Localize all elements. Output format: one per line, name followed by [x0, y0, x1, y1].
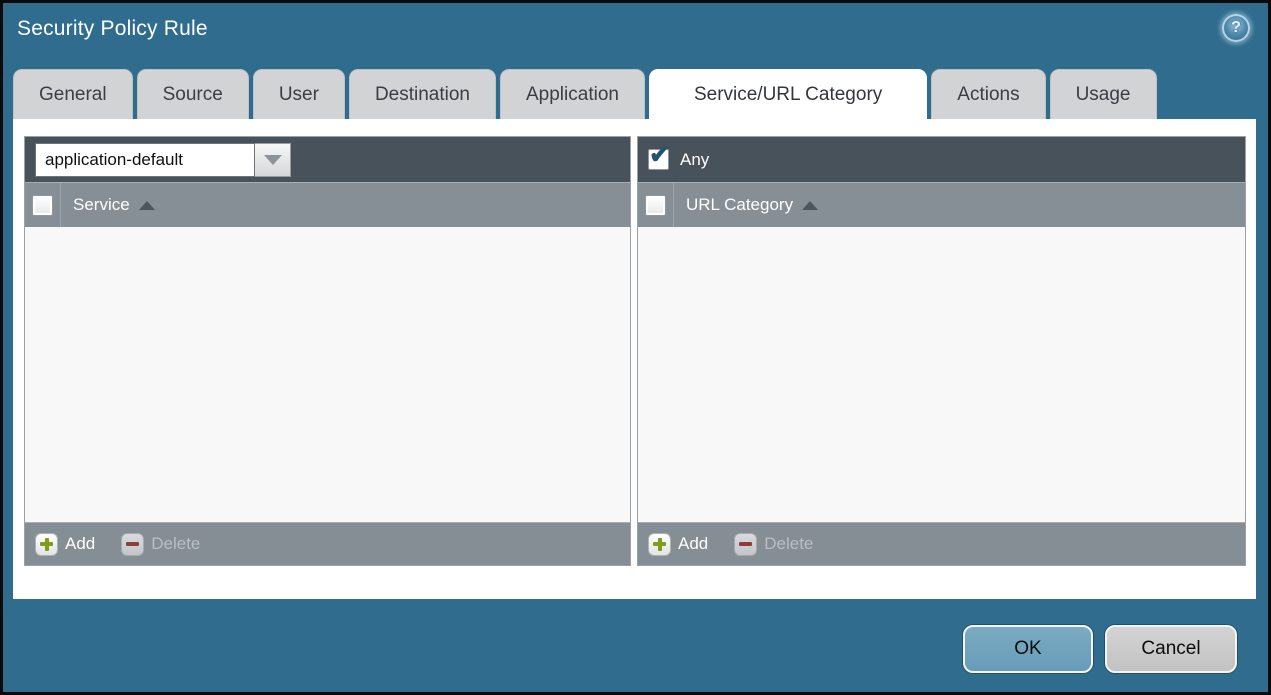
- service-type-dropdown[interactable]: application-default: [35, 142, 291, 177]
- sort-ascending-icon[interactable]: [138, 200, 155, 210]
- minus-icon: [121, 532, 145, 556]
- tab-service-url-category[interactable]: Service/URL Category: [648, 69, 928, 119]
- tab-user[interactable]: User: [252, 69, 345, 119]
- checkmark-icon: ✔: [649, 141, 670, 169]
- cancel-button[interactable]: Cancel: [1105, 625, 1237, 673]
- url-category-select-all-checkbox[interactable]: [645, 194, 666, 216]
- url-category-footer: Add Delete: [638, 522, 1245, 565]
- tab-actions[interactable]: Actions: [931, 69, 1046, 119]
- chevron-down-icon[interactable]: [255, 142, 291, 177]
- service-list-body[interactable]: [25, 227, 630, 522]
- security-policy-rule-dialog: Security Policy Rule ? General Source Us…: [3, 3, 1268, 692]
- plus-icon: [648, 532, 671, 556]
- sort-ascending-icon[interactable]: [802, 200, 819, 210]
- screen-frame: Security Policy Rule ? General Source Us…: [0, 0, 1271, 695]
- plus-icon: [35, 532, 58, 556]
- dialog-title: Security Policy Rule: [17, 17, 208, 40]
- question-mark-glyph: ?: [1231, 19, 1241, 36]
- tab-content: application-default Service Add Delete ✔…: [13, 119, 1256, 599]
- any-checkbox[interactable]: ✔: [648, 143, 670, 170]
- url-category-delete-button[interactable]: Delete: [734, 532, 813, 556]
- ok-button[interactable]: OK: [963, 625, 1093, 673]
- minus-icon: [734, 532, 758, 556]
- help-icon[interactable]: ?: [1222, 14, 1250, 42]
- service-panel: application-default Service Add Delete: [24, 136, 631, 566]
- url-category-toolbar: ✔ Any: [638, 137, 1245, 182]
- service-footer: Add Delete: [25, 522, 630, 565]
- tab-destination[interactable]: Destination: [348, 69, 496, 119]
- service-type-dropdown-value[interactable]: application-default: [35, 142, 255, 177]
- url-category-add-button[interactable]: Add: [648, 532, 708, 556]
- tab-usage[interactable]: Usage: [1049, 69, 1157, 119]
- title-bar: Security Policy Rule ?: [3, 3, 1268, 63]
- service-toolbar: application-default: [25, 137, 630, 182]
- service-add-button[interactable]: Add: [35, 532, 95, 556]
- url-category-column-header[interactable]: URL Category: [686, 195, 793, 215]
- dialog-footer: OK Cancel: [963, 625, 1237, 673]
- tab-source[interactable]: Source: [136, 69, 249, 119]
- service-select-all-checkbox[interactable]: [32, 194, 53, 216]
- tab-general[interactable]: General: [13, 69, 133, 119]
- header-divider: [60, 183, 61, 227]
- url-category-table-header: URL Category: [638, 182, 1245, 227]
- url-category-panel: ✔ Any URL Category Add Delete: [637, 136, 1246, 566]
- service-delete-button[interactable]: Delete: [121, 532, 200, 556]
- any-label: Any: [680, 149, 710, 169]
- url-category-list-body[interactable]: [638, 227, 1245, 522]
- service-column-header[interactable]: Service: [73, 195, 130, 215]
- header-divider: [673, 183, 674, 227]
- tab-bar: General Source User Destination Applicat…: [13, 69, 1157, 119]
- service-table-header: Service: [25, 182, 630, 227]
- tab-application[interactable]: Application: [500, 69, 645, 119]
